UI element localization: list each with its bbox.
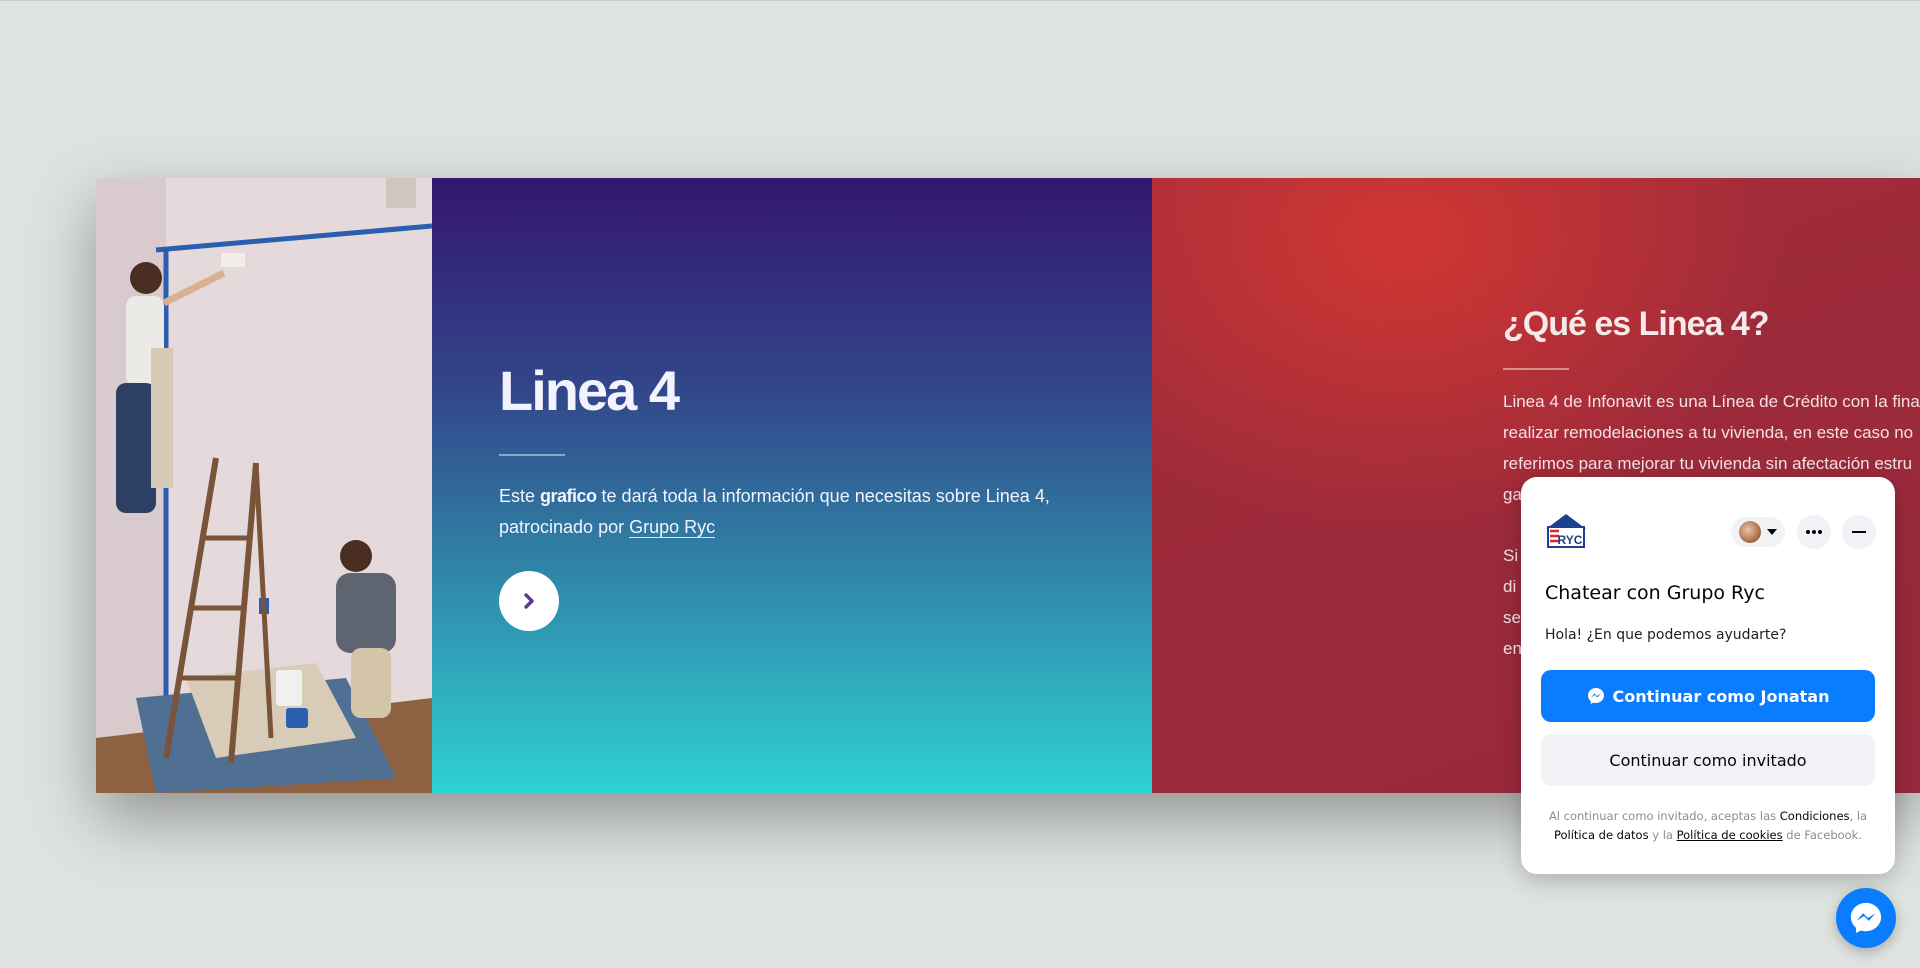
terms-text: Condiciones: [1779, 809, 1850, 823]
legal-notice: Al continuar como invitado, aceptas las …: [1541, 807, 1875, 845]
messenger-icon: [1587, 688, 1604, 704]
data-policy-text: Política de datos: [1553, 828, 1649, 842]
info-line: realizar remodelaciones a tu vivienda, e…: [1503, 423, 1914, 442]
continue-as-user-label: Continuar como Jonatan: [1612, 686, 1830, 706]
legal-text: de Facebook.: [1782, 828, 1863, 842]
chat-popup: RYC Chatear con Grupo Ryc Hola! ¿En que …: [1521, 477, 1895, 874]
page-top-border: [0, 0, 1920, 1]
info-line: referimos para mejorar tu vivienda sin a…: [1503, 454, 1913, 473]
hero-panel: Linea 4 Este grafico te dará toda la inf…: [432, 178, 1152, 793]
info-line: Si: [1503, 546, 1519, 565]
legal-text: Al continuar como invitado, aceptas las: [1548, 809, 1780, 823]
grupo-ryc-logo: RYC: [1546, 514, 1586, 548]
hero-title: Linea 4: [499, 359, 680, 422]
next-arrow-button[interactable]: [499, 571, 559, 631]
cookie-policy-link[interactable]: Política de cookies: [1677, 828, 1783, 842]
hero-desc-start: Este: [499, 486, 541, 506]
minimize-icon: [1852, 531, 1866, 533]
info-line: Linea 4 de Infonavit es una Línea de Cré…: [1503, 392, 1920, 411]
minimize-button[interactable]: [1842, 515, 1876, 549]
logo-text: RYC: [1558, 533, 1583, 547]
avatar: [1739, 521, 1761, 543]
info-divider: [1503, 368, 1569, 370]
more-horizontal-icon: [1806, 530, 1822, 534]
continue-as-guest-button[interactable]: Continuar como invitado: [1541, 734, 1875, 786]
chevron-right-icon: [524, 593, 534, 609]
info-line: ga: [1503, 485, 1522, 504]
grupo-ryc-link[interactable]: Grupo Ryc: [629, 517, 716, 538]
info-line: di: [1503, 577, 1517, 596]
legal-text: y la: [1648, 828, 1677, 842]
account-switcher[interactable]: [1731, 517, 1785, 547]
hero-description: Este grafico te dará toda la información…: [499, 481, 1059, 543]
painting-photo: [96, 178, 432, 793]
continue-as-guest-label: Continuar como invitado: [1609, 750, 1807, 770]
hero-desc-bold: grafico: [540, 486, 597, 506]
messenger-icon: [1850, 902, 1882, 934]
continue-as-user-button[interactable]: Continuar como Jonatan: [1541, 670, 1875, 722]
hero-divider: [499, 454, 565, 456]
caret-down-icon: [1767, 529, 1777, 535]
legal-text: , la: [1849, 809, 1868, 823]
chat-title: Chatear con Grupo Ryc: [1545, 582, 1765, 604]
messenger-launcher-button[interactable]: [1836, 888, 1896, 948]
painting-illustration: [96, 178, 432, 793]
more-options-button[interactable]: [1797, 515, 1831, 549]
chat-greeting: Hola! ¿En que podemos ayudarte?: [1545, 627, 1787, 643]
info-title: ¿Qué es Linea 4?: [1503, 305, 1770, 343]
info-line: se: [1503, 608, 1521, 627]
info-line: en: [1503, 639, 1522, 658]
